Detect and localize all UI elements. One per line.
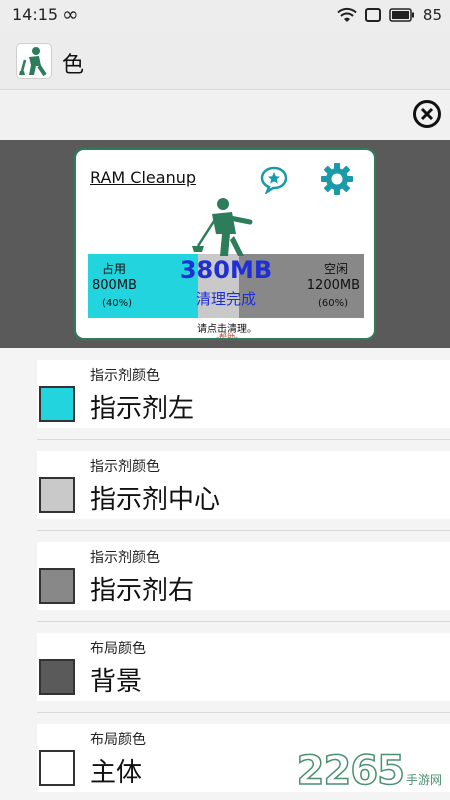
widget-preview-area: RAM Cleanup 占用 800MB (40%) 空闲 1200MB (60… <box>0 140 450 348</box>
app-bar: 色 <box>0 32 450 90</box>
battery-icon <box>389 8 415 22</box>
list-item-indicator-left[interactable]: 指示剂颜色 指示剂左 <box>37 360 450 428</box>
widget-title: RAM Cleanup <box>90 168 197 187</box>
row-title: 指示剂中心 <box>90 485 221 515</box>
row-subtitle: 布局颜色 <box>90 732 146 748</box>
cleaner-icon <box>186 196 260 260</box>
close-row <box>0 90 450 140</box>
divider <box>37 439 450 440</box>
clean-status: 清理完成 <box>195 290 256 308</box>
row-title: 指示剂右 <box>90 576 195 606</box>
status-icons: 85 <box>337 5 442 25</box>
divider <box>37 621 450 622</box>
divider <box>37 530 450 531</box>
cleaned-amount: 380MB <box>179 256 273 284</box>
watermark-number: 2265 <box>296 747 406 795</box>
color-settings-list: 指示剂颜色 指示剂左 指示剂颜色 指示剂中心 指示剂颜色 指示剂右 布局颜色 背… <box>0 348 450 800</box>
color-swatch <box>39 750 75 786</box>
divider <box>37 712 450 713</box>
screen-icon <box>364 8 381 22</box>
app-logo-icon <box>16 43 52 79</box>
row-subtitle: 布局颜色 <box>90 641 146 657</box>
status-bar: 14:15 ∞ 85 <box>0 0 450 32</box>
chat-star-icon[interactable] <box>260 166 288 196</box>
row-title: 主体 <box>90 758 143 788</box>
color-swatch <box>39 568 75 604</box>
watermark-suffix: 手游网 <box>405 773 442 787</box>
widget-card[interactable]: RAM Cleanup 占用 800MB (40%) 空闲 1200MB (60… <box>74 148 376 340</box>
list-item-background[interactable]: 布局颜色 背景 <box>37 633 450 701</box>
list-item-indicator-right[interactable]: 指示剂颜色 指示剂右 <box>37 542 450 610</box>
row-subtitle: 指示剂颜色 <box>90 459 160 475</box>
row-subtitle: 指示剂颜色 <box>90 550 160 566</box>
list-item-indicator-center[interactable]: 指示剂颜色 指示剂中心 <box>37 451 450 519</box>
row-title: 指示剂左 <box>90 394 195 424</box>
color-swatch <box>39 386 75 422</box>
status-time: 14:15 <box>12 5 59 24</box>
close-icon <box>413 100 441 128</box>
watermark-logo: 2265 手游网 <box>296 747 442 795</box>
page-title: 色 <box>62 53 85 78</box>
help-link[interactable]: -帮助- <box>76 332 374 338</box>
color-swatch <box>39 659 75 695</box>
color-swatch <box>39 477 75 513</box>
gear-icon[interactable] <box>320 162 354 196</box>
ram-meter: 占用 800MB (40%) 空闲 1200MB (60%) 380MB 清理完… <box>88 254 364 318</box>
infinity-icon: ∞ <box>62 2 79 26</box>
row-subtitle: 指示剂颜色 <box>90 368 160 384</box>
close-button[interactable] <box>412 99 442 129</box>
wifi-icon <box>337 7 357 23</box>
battery-level: 85 <box>422 6 442 24</box>
row-title: 背景 <box>90 667 143 697</box>
